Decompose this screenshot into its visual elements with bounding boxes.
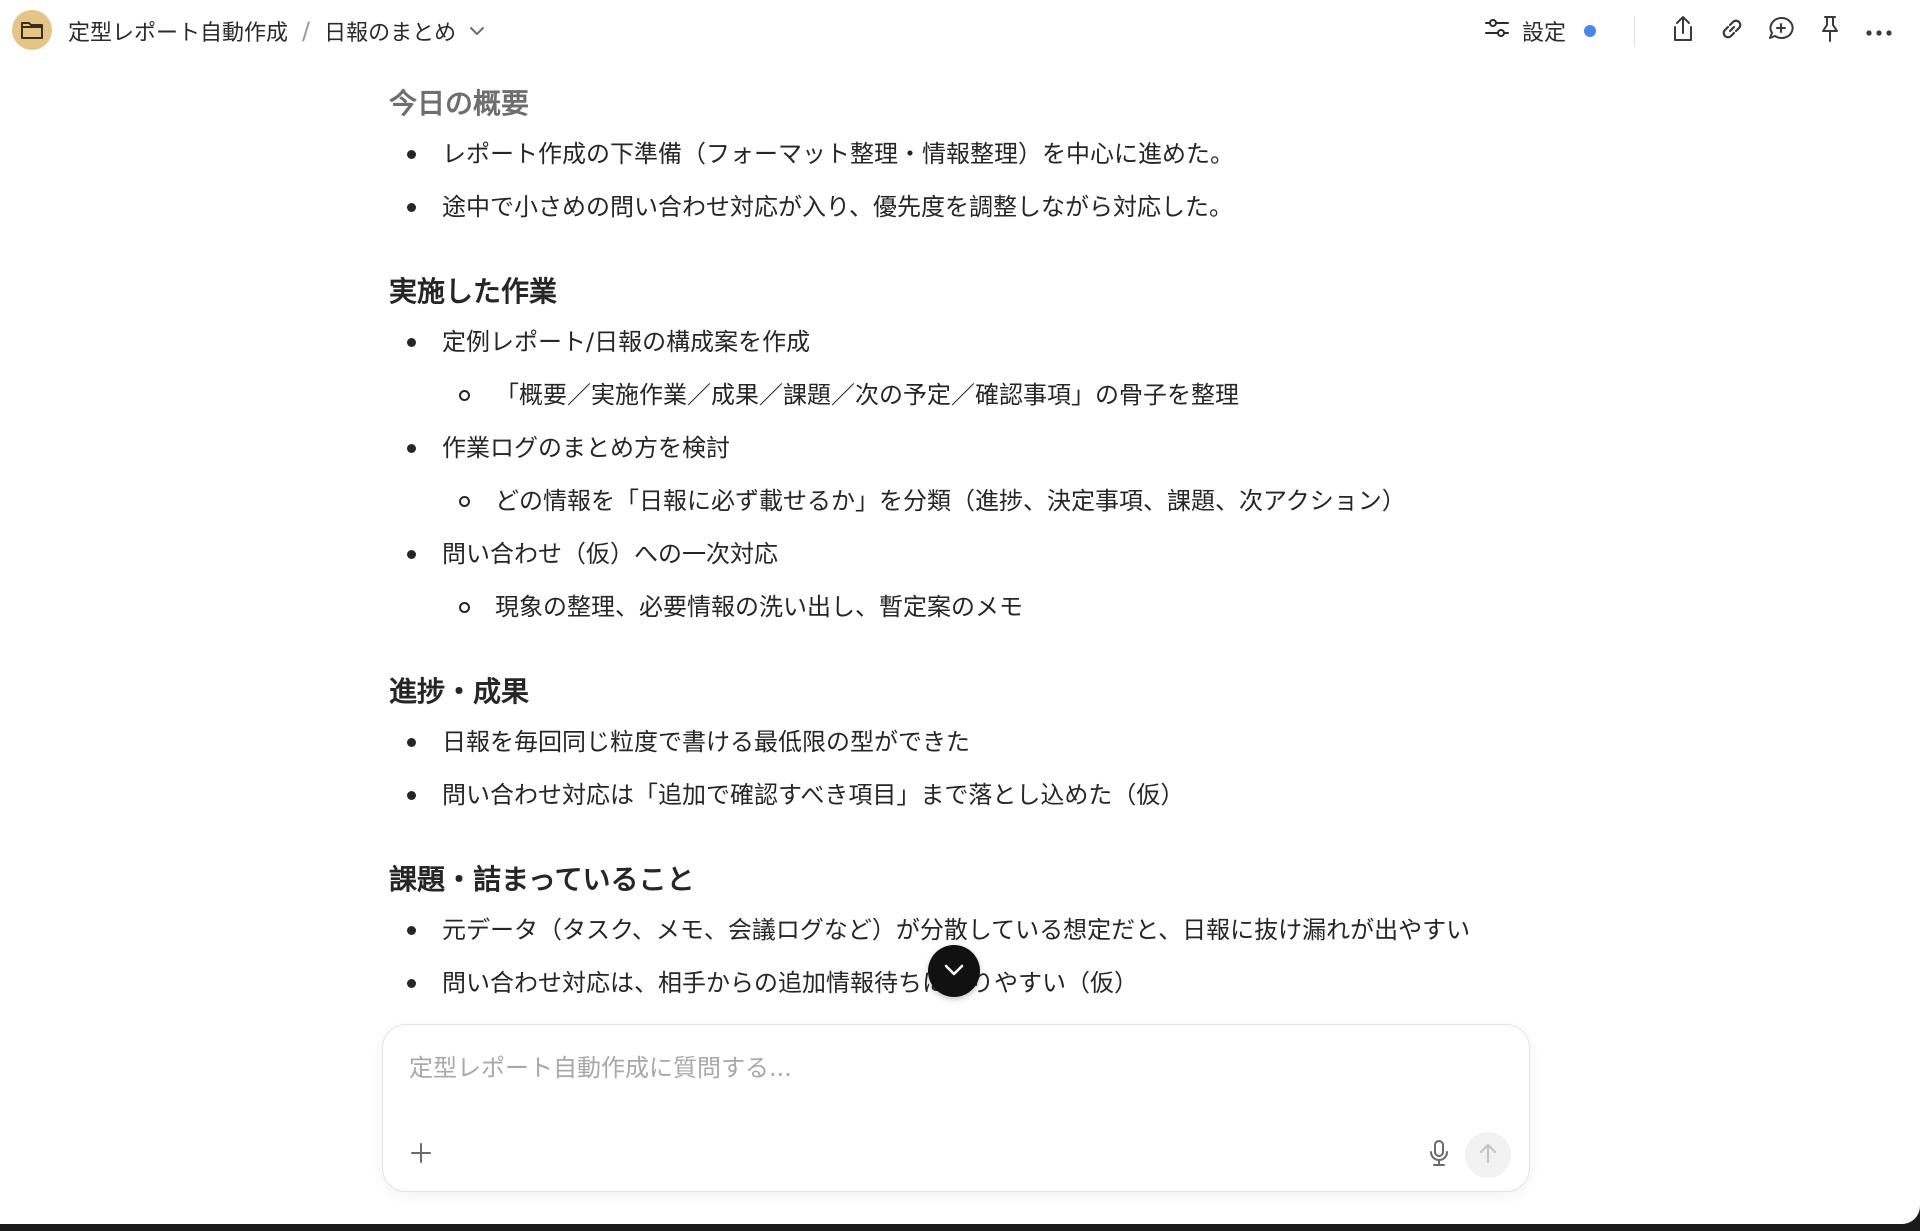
more-icon (1865, 22, 1893, 41)
message-composer (382, 1024, 1530, 1192)
sub-list-item: 現象の整理、必要情報の洗い出し、暫定案のメモ (389, 587, 1529, 627)
pin-button[interactable] (1811, 12, 1849, 50)
bullet-list: 日報を毎回同じ粒度で書ける最低限の型ができた 問い合わせ対応は「追加で確認すべき… (389, 722, 1529, 815)
section-heading: 実施した作業 (389, 275, 558, 308)
sub-list-item: 「概要／実施作業／成果／課題／次の予定／確認事項」の骨子を整理 (389, 375, 1529, 415)
status-dot (1584, 25, 1596, 37)
share-button[interactable] (1664, 12, 1702, 50)
section-heading: 進捗・成果 (389, 675, 530, 708)
comment-icon (1766, 14, 1796, 48)
document-content: 今日の概要 レポート作成の下準備（フォーマット整理・情報整理）を中心に進めた。 … (389, 74, 1529, 1016)
section-heading: 今日の概要 (389, 87, 530, 120)
add-comment-button[interactable] (1762, 12, 1800, 50)
breadcrumb-page[interactable]: 日報のまとめ (324, 15, 456, 47)
bullet-list: 定例レポート/日報の構成案を作成 「概要／実施作業／成果／課題／次の予定／確認事… (389, 322, 1529, 627)
more-options-button[interactable] (1860, 12, 1898, 50)
list-item: 日報を毎回同じ粒度で書ける最低限の型ができた (389, 722, 1529, 762)
copy-link-button[interactable] (1713, 12, 1751, 50)
top-bar: 定型レポート自動作成 / 日報のまとめ 設定 (0, 0, 1920, 62)
list-item: レポート作成の下準備（フォーマット整理・情報整理）を中心に進めた。 (389, 134, 1529, 174)
arrow-up-icon (1478, 1142, 1498, 1168)
settings-label: 設定 (1521, 21, 1566, 46)
chevron-down-icon (943, 962, 965, 981)
send-button[interactable] (1465, 1132, 1511, 1178)
sub-list-item: どの情報を「日報に必ず載せるか」を分類（進捗、決定事項、課題、次アクション） (389, 481, 1529, 521)
link-icon (1718, 15, 1746, 47)
scroll-to-bottom-button[interactable] (928, 945, 980, 997)
sliders-icon (1484, 17, 1510, 45)
toolbar: 設定 (1476, 12, 1898, 50)
chevron-down-icon[interactable] (468, 25, 486, 37)
list-item: 作業ログのまとめ方を検討 (389, 428, 1529, 468)
app-window: 定型レポート自動作成 / 日報のまとめ 設定 今日の概要 レポート作成の下準備（… (0, 0, 1920, 1224)
list-item: 元データ（タスク、メモ、会議ログなど）が分散している想定だと、日報に抜け漏れが出… (389, 910, 1529, 950)
toolbar-divider (1634, 16, 1635, 46)
add-attachment-button[interactable] (403, 1137, 439, 1173)
list-item: 問い合わせ対応は「追加で確認すべき項目」まで落とし込めた（仮） (389, 775, 1529, 815)
section-heading: 課題・詰まっていること (389, 863, 695, 896)
plus-icon (409, 1141, 433, 1169)
voice-input-button[interactable] (1421, 1137, 1457, 1173)
bullet-list: レポート作成の下準備（フォーマット整理・情報整理）を中心に進めた。 途中で小さめ… (389, 134, 1529, 227)
list-item: 途中で小さめの問い合わせ対応が入り、優先度を調整しながら対応した。 (389, 187, 1529, 227)
microphone-icon (1428, 1139, 1450, 1171)
project-folder-icon[interactable] (12, 10, 52, 50)
list-item: 問い合わせ（仮）への一次対応 (389, 534, 1529, 574)
pin-icon (1817, 14, 1843, 48)
settings-button[interactable]: 設定 (1476, 12, 1604, 50)
list-item: 定例レポート/日報の構成案を作成 (389, 322, 1529, 362)
breadcrumb: 定型レポート自動作成 / 日報のまとめ (68, 14, 486, 48)
breadcrumb-project[interactable]: 定型レポート自動作成 (68, 15, 288, 47)
breadcrumb-separator: / (302, 17, 311, 45)
question-input[interactable] (407, 1047, 1505, 1089)
share-icon (1671, 15, 1695, 47)
